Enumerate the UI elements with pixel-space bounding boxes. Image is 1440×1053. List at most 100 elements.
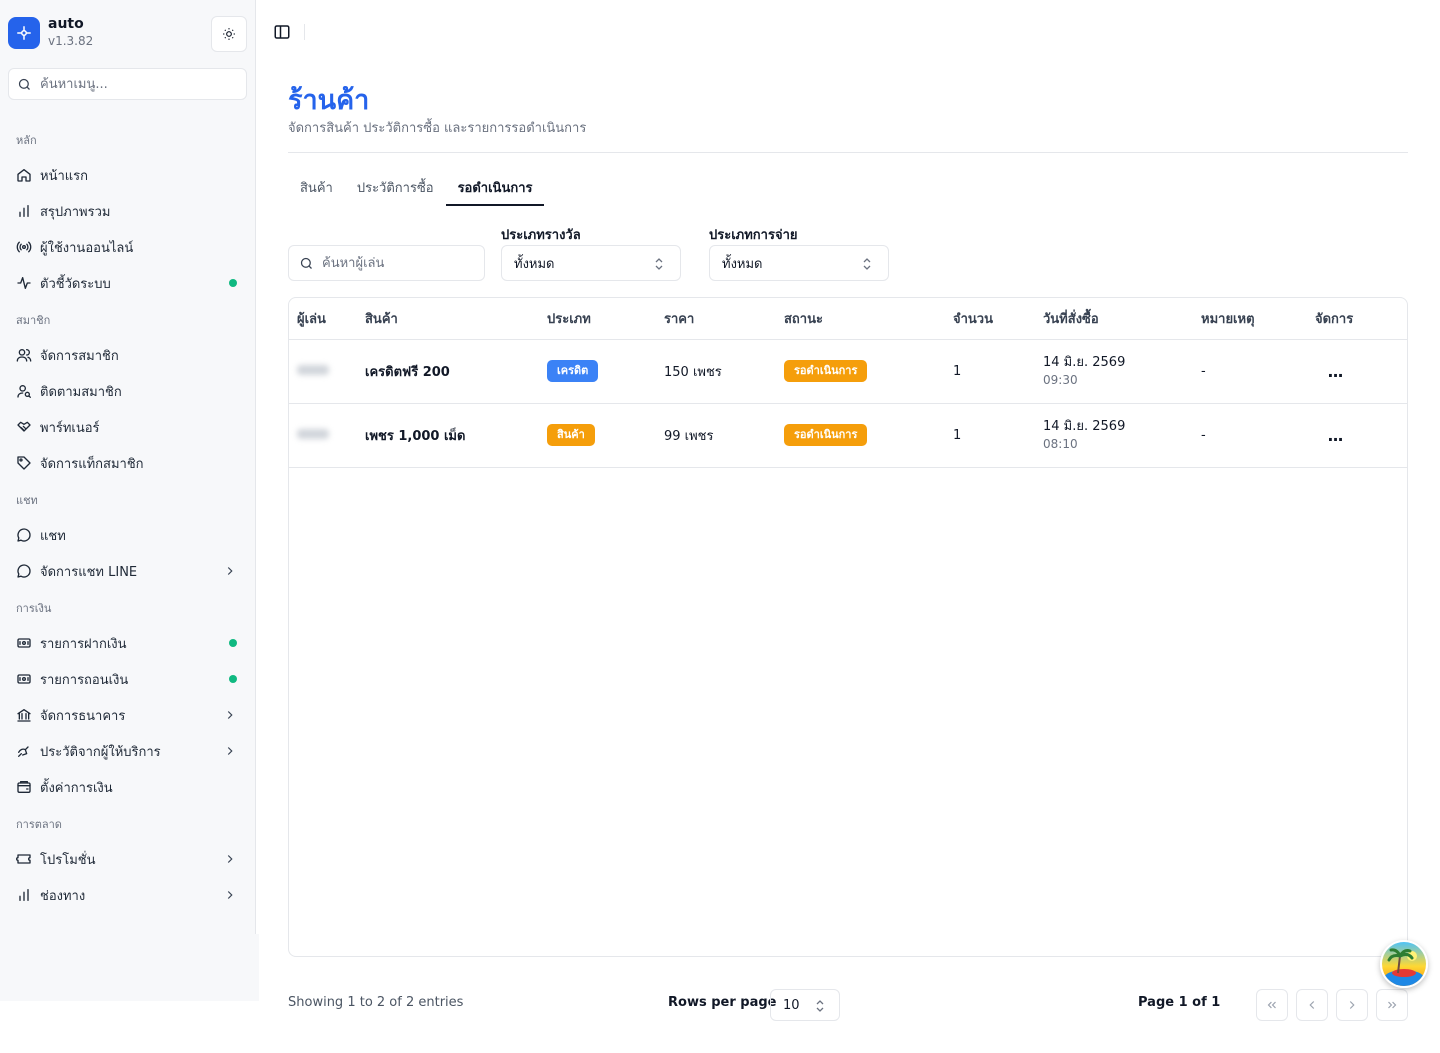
sidebar-item-2-1[interactable]: จัดการแชท LINE [8, 555, 248, 587]
first-page-button[interactable] [1256, 989, 1288, 1021]
tag-icon [16, 455, 32, 471]
chevrons-up-down-icon [652, 256, 666, 272]
menu-search-box[interactable] [8, 68, 247, 100]
sidebar-item-0-3[interactable]: ตัวชี้วัดระบบ [8, 267, 248, 299]
sidebar-item-2-0[interactable]: แชท [8, 519, 248, 551]
entries-summary: Showing 1 to 2 of 2 entries [288, 995, 464, 1010]
broadcast-icon [16, 239, 32, 255]
row-actions-button[interactable]: ... [1319, 419, 1351, 451]
tab-pending[interactable]: รอดำเนินการ [445, 168, 545, 206]
chevron-right-icon [222, 851, 238, 867]
brand[interactable]: auto v1.3.82 [8, 16, 93, 50]
sidebar-item-label: รายการถอนเงิน [40, 672, 129, 688]
payment-type-select[interactable]: ทั้งหมด [709, 245, 889, 281]
payment-type-label: ประเภทการจ่าย [709, 228, 798, 243]
status-badge: รอดำเนินการ [784, 424, 868, 446]
sidebar-item-3-2[interactable]: จัดการธนาคาร [8, 699, 248, 731]
sidebar-section-label: การตลาด [16, 818, 62, 831]
column-header[interactable]: สินค้า [365, 298, 547, 340]
sidebar-item-0-0[interactable]: หน้าแรก [8, 159, 248, 191]
column-header[interactable]: สถานะ [784, 298, 953, 340]
sidebar-item-0-1[interactable]: สรุปภาพรวม [8, 195, 248, 227]
page-info: Page 1 of 1 [1138, 995, 1221, 1010]
product-cell: เพชร 1,000 เม็ด [365, 403, 547, 468]
tab-products[interactable]: สินค้า [288, 168, 345, 206]
sidebar-item-label: จัดการแชท LINE [40, 564, 138, 580]
message-circle-icon [16, 563, 32, 579]
chevron-right-icon [222, 563, 238, 579]
handshake-icon [16, 419, 32, 435]
menu-search-input[interactable] [40, 76, 230, 92]
pending-orders-table: ผู้เล่น สินค้า ประเภท ราคา สถานะ จำนวน ว… [288, 297, 1408, 957]
column-header[interactable]: ประเภท [547, 298, 664, 340]
order-time: 09:30 [1043, 373, 1078, 387]
order-date: 14 มิ.ย. 2569 [1043, 355, 1126, 370]
column-header[interactable]: จำนวน [953, 298, 1043, 340]
previous-page-button[interactable] [1296, 989, 1328, 1021]
sidebar-item-1-3[interactable]: จัดการแท็กสมาชิก [8, 447, 248, 479]
sidebar-toggle-button[interactable] [270, 20, 294, 44]
ticket-icon [16, 851, 32, 867]
sidebar-item-label: จัดการธนาคาร [40, 708, 126, 724]
sidebar-item-label: แชท [40, 528, 66, 544]
table-row[interactable]: เครดิตฟรี 200 เครดิต 150 เพชร รอดำเนินกา… [289, 339, 1407, 404]
sidebar-item-1-2[interactable]: พาร์ทเนอร์ [8, 411, 248, 443]
chevron-right-icon [222, 743, 238, 759]
next-page-button[interactable] [1336, 989, 1368, 1021]
player-search-input[interactable] [322, 255, 472, 271]
payment-type-value: ทั้งหมด [722, 256, 763, 272]
row-actions-button[interactable]: ... [1319, 355, 1351, 387]
type-badge: เครดิต [547, 360, 599, 382]
chevron-right-icon [222, 707, 238, 723]
status-dot [229, 675, 237, 683]
sidebar-item-4-1[interactable]: ช่องทาง [8, 879, 248, 911]
price-cell: 99 เพชร [664, 403, 784, 468]
sidebar-item-label: ช่องทาง [40, 888, 86, 904]
last-page-button[interactable] [1376, 989, 1408, 1021]
sun-icon [223, 28, 235, 40]
header-divider [288, 152, 1408, 153]
deposit-icon [16, 635, 32, 651]
player-name-blurred [297, 364, 329, 375]
chevron-left-icon [1309, 1001, 1315, 1009]
sidebar-item-3-1[interactable]: รายการถอนเงิน [8, 663, 248, 695]
table-header-row: ผู้เล่น สินค้า ประเภท ราคา สถานะ จำนวน ว… [289, 298, 1407, 340]
sidebar-item-1-1[interactable]: ติดตามสมาชิก [8, 375, 248, 407]
chevrons-up-down-icon [813, 998, 827, 1014]
sidebar-item-4-0[interactable]: โปรโมชั่น [8, 843, 248, 875]
chevron-right-icon [222, 887, 238, 903]
column-header[interactable]: วันที่สั่งซื้อ [1043, 298, 1201, 340]
product-cell: เครดิตฟรี 200 [365, 339, 547, 404]
tab-purchase-history[interactable]: ประวัติการซื้อ [345, 168, 446, 206]
sidebar-item-0-2[interactable]: ผู้ใช้งานออนไลน์ [8, 231, 248, 263]
floating-chat-widget[interactable] [1380, 940, 1428, 988]
sidebar-item-3-0[interactable]: รายการฝากเงิน [8, 627, 248, 659]
sidebar-item-3-3[interactable]: ประวัติจากผู้ให้บริการ [8, 735, 248, 767]
activity-icon [16, 275, 32, 291]
column-header[interactable]: ผู้เล่น [289, 298, 365, 340]
reward-type-select[interactable]: ทั้งหมด [501, 245, 681, 281]
theme-toggle-button[interactable] [211, 16, 247, 52]
table-row[interactable]: เพชร 1,000 เม็ด สินค้า 99 เพชร รอดำเนินก… [289, 403, 1407, 468]
column-header[interactable]: จัดการ [1315, 298, 1407, 340]
reward-type-value: ทั้งหมด [514, 256, 555, 272]
order-date: 14 มิ.ย. 2569 [1043, 419, 1126, 434]
column-header[interactable]: ราคา [664, 298, 784, 340]
column-header[interactable]: หมายเหตุ [1201, 298, 1315, 340]
page-title: ร้านค้า [288, 85, 370, 116]
sidebar-footer-area [0, 934, 259, 1001]
quantity-cell: 1 [953, 339, 1043, 404]
sidebar-item-label: จัดการแท็กสมาชิก [40, 456, 144, 472]
topbar-divider [304, 24, 305, 40]
sidebar-item-label: ตั้งค่าการเงิน [40, 780, 113, 796]
sidebar-item-1-0[interactable]: จัดการสมาชิก [8, 339, 248, 371]
player-search-box[interactable] [288, 245, 485, 281]
status-badge: รอดำเนินการ [784, 360, 868, 382]
sidebar-item-label: โปรโมชั่น [40, 852, 96, 868]
sidebar-section-label: การเงิน [16, 602, 52, 615]
chevron-right-icon [1349, 1001, 1355, 1009]
player-name-blurred [297, 428, 329, 439]
withdraw-icon [16, 671, 32, 687]
rows-per-page-select[interactable]: 10 [770, 989, 840, 1021]
sidebar-item-3-4[interactable]: ตั้งค่าการเงิน [8, 771, 248, 803]
